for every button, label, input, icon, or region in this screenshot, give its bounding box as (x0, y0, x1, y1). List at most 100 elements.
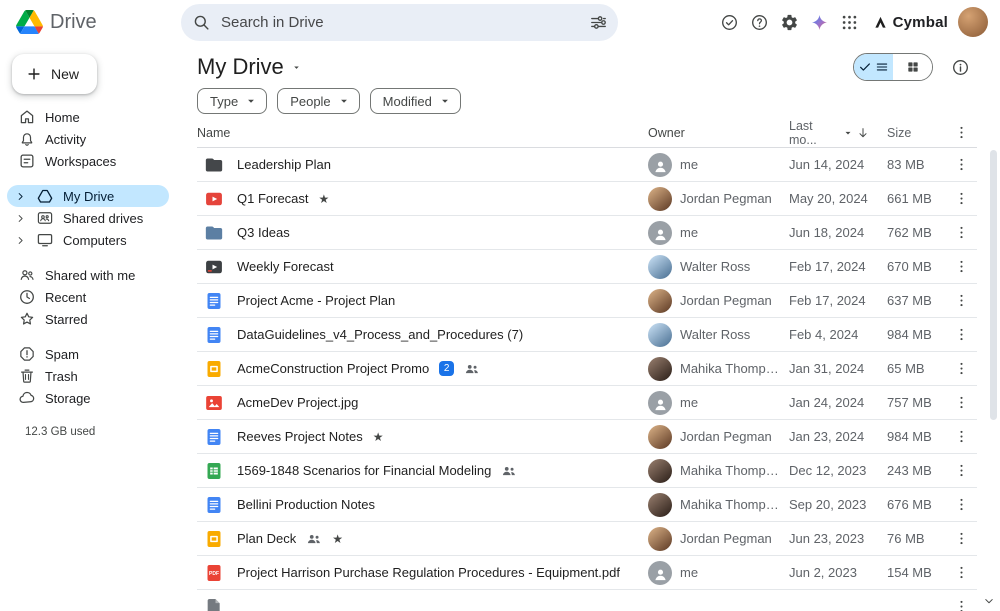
expand-chevron-icon[interactable] (14, 234, 27, 247)
file-row[interactable]: Reeves Project Notes ★ Jordan Pegman Jan… (197, 420, 977, 454)
search-input[interactable] (217, 13, 582, 31)
scrollbar-thumb[interactable] (990, 150, 997, 420)
apps-grid-icon[interactable] (835, 7, 865, 37)
column-header-modified[interactable]: Last mo... (785, 119, 875, 147)
sidebar-item-my-drive[interactable]: My Drive (7, 185, 169, 207)
file-row[interactable]: Bellini Production Notes ★ Mahika Thomps… (197, 488, 977, 522)
details-icon[interactable] (945, 52, 975, 82)
search-bar[interactable] (181, 3, 618, 41)
sidebar-item-storage[interactable]: Storage (7, 387, 169, 409)
settings-icon[interactable] (775, 7, 805, 37)
sidebar-item-label: Home (45, 109, 80, 125)
owner-avatar (648, 322, 672, 347)
new-button[interactable]: New (12, 54, 98, 94)
docs-icon (204, 291, 224, 311)
column-header-size[interactable]: Size (875, 126, 945, 140)
gemini-icon[interactable] (805, 7, 835, 37)
row-more-icon[interactable] (948, 526, 974, 552)
sidebar-item-shared-with-me[interactable]: Shared with me (7, 264, 169, 286)
row-more-icon[interactable] (948, 322, 974, 348)
drive-logo[interactable]: Drive (0, 10, 181, 34)
account-avatar[interactable] (958, 7, 988, 37)
file-row[interactable]: ★ (197, 590, 977, 611)
sidebar-item-trash[interactable]: Trash (7, 365, 169, 387)
advanced-search-icon[interactable] (582, 6, 614, 38)
app-name: Drive (50, 10, 97, 33)
sidebar-item-label: Computers (63, 232, 127, 248)
column-header-name[interactable]: Name (197, 126, 640, 140)
file-row[interactable]: Q1 Forecast ★ Jordan Pegman May 20, 2024… (197, 182, 977, 216)
row-more-icon[interactable] (948, 152, 974, 178)
shared-with-me-icon (18, 266, 36, 284)
file-name: 1569-1848 Scenarios for Financial Modeli… (237, 463, 492, 478)
view-controls (853, 52, 975, 82)
sidebar-item-recent[interactable]: Recent (7, 286, 169, 308)
page-title-dropdown[interactable]: My Drive (197, 54, 302, 80)
filter-chip-type[interactable]: Type (197, 88, 268, 114)
row-more-icon[interactable] (948, 424, 974, 450)
home-icon (18, 108, 36, 126)
sidebar-item-computers[interactable]: Computers (7, 229, 169, 251)
file-row[interactable]: AcmeDev Project.jpg ★ me Jan 24, 2024 75… (197, 386, 977, 420)
sidebar-item-activity[interactable]: Activity (7, 128, 169, 150)
file-row[interactable]: Leadership Plan ★ me Jun 14, 2024 83 MB (197, 148, 977, 182)
file-row[interactable]: AcmeConstruction Project Promo 2 ★ Mahik… (197, 352, 977, 386)
sidebar-item-label: Trash (45, 368, 78, 384)
file-row[interactable]: DataGuidelines_v4_Process_and_Procedures… (197, 318, 977, 352)
file-row[interactable]: Weekly Forecast ★ Walter Ross Feb 17, 20… (197, 250, 977, 284)
filter-chip-people[interactable]: People (277, 88, 360, 114)
row-more-icon[interactable] (948, 356, 974, 382)
sidebar-item-home[interactable]: Home (7, 106, 169, 128)
caret-down-icon (842, 127, 854, 139)
row-more-icon[interactable] (948, 492, 974, 518)
cymbal-mark-icon (874, 16, 886, 28)
row-more-icon[interactable] (948, 186, 974, 212)
sort-descending-icon[interactable] (854, 122, 873, 144)
folder-icon (204, 223, 224, 243)
last-modified: Sep 20, 2023 (789, 497, 867, 512)
column-header-owner[interactable]: Owner (640, 126, 785, 140)
row-more-icon[interactable] (948, 220, 974, 246)
row-more-icon[interactable] (948, 594, 974, 611)
offline-status-icon[interactable] (715, 7, 745, 37)
row-more-icon[interactable] (948, 288, 974, 314)
last-modified: Jan 31, 2024 (789, 361, 865, 376)
file-row[interactable]: Project Harrison Purchase Regulation Pro… (197, 556, 977, 590)
search-icon[interactable] (185, 6, 217, 38)
files-table: Name Owner Last mo... Size Leadership Pl… (181, 118, 977, 611)
row-more-icon[interactable] (948, 254, 974, 280)
star-icon: ★ (372, 429, 384, 444)
owner-name: Walter Ross (680, 259, 751, 274)
row-more-icon[interactable] (948, 390, 974, 416)
list-view-button[interactable] (854, 54, 893, 80)
file-row[interactable]: 1569-1848 Scenarios for Financial Modeli… (197, 454, 977, 488)
sidebar-item-starred[interactable]: Starred (7, 308, 169, 330)
expand-chevron-icon[interactable] (14, 212, 27, 225)
sidebar-item-label: Shared drives (63, 210, 144, 226)
file-row[interactable]: Project Acme - Project Plan ★ Jordan Peg… (197, 284, 977, 318)
grid-view-button[interactable] (893, 54, 932, 80)
file-row[interactable]: Plan Deck ★ Jordan Pegman Jun 23, 2023 7… (197, 522, 977, 556)
filter-chip-modified[interactable]: Modified (369, 88, 461, 114)
starred-icon (18, 310, 36, 328)
row-more-icon[interactable] (948, 458, 974, 484)
scrollbar[interactable] (990, 150, 997, 589)
file-row[interactable]: Q3 Ideas ★ me Jun 18, 2024 762 MB (197, 216, 977, 250)
row-more-icon[interactable] (948, 560, 974, 586)
list-view-icon (875, 60, 889, 74)
column-options-icon[interactable] (948, 120, 974, 146)
storage-used-label: 12.3 GB used (25, 426, 96, 438)
expand-chevron-icon[interactable] (14, 190, 27, 203)
filter-chip-label: Modified (382, 93, 432, 109)
page-title: My Drive (197, 54, 284, 79)
owner-name: Jordan Pegman (680, 191, 772, 206)
sidebar-item-workspaces[interactable]: Workspaces (7, 150, 169, 172)
help-icon[interactable] (745, 7, 775, 37)
owner-name: me (680, 157, 699, 172)
sidebar-item-shared-drives[interactable]: Shared drives (7, 207, 169, 229)
brand-name: Cymbal (892, 13, 948, 31)
file-name: Plan Deck (237, 531, 297, 546)
file-size: 637 MB (887, 293, 932, 308)
sidebar-item-spam[interactable]: Spam (7, 343, 169, 365)
scroll-down-icon[interactable] (982, 593, 998, 609)
